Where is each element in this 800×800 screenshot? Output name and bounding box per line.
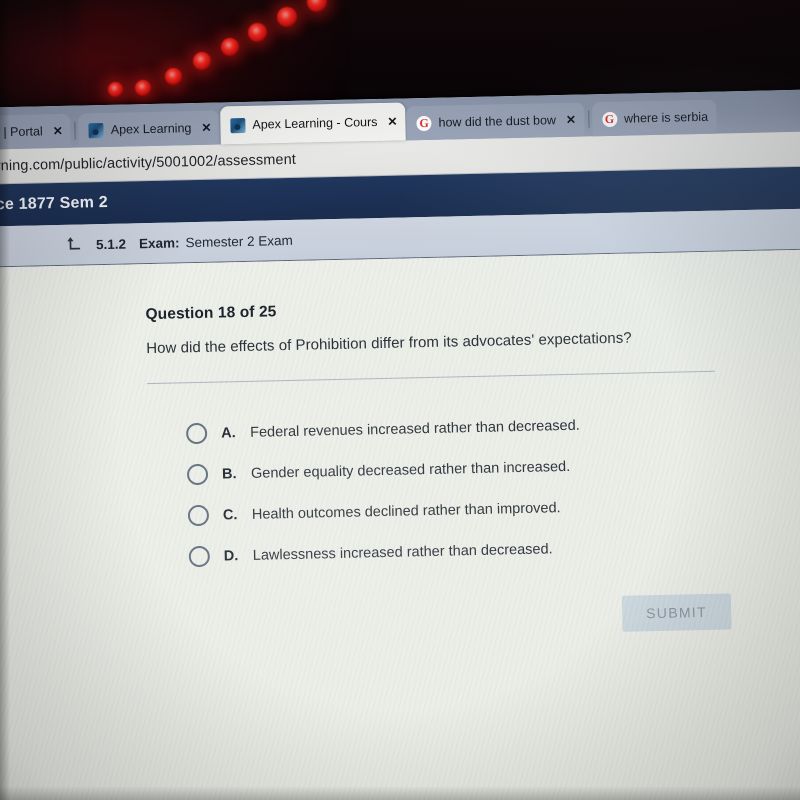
course-title: since 1877 Sem 2 (0, 193, 109, 214)
apex-icon (230, 117, 246, 133)
tab-title: Apex Learning - Cours (252, 115, 378, 132)
close-icon[interactable]: ✕ (566, 113, 576, 127)
option-text: Lawlessness increased rather than decrea… (252, 540, 553, 564)
tab-title: Apex Learning (110, 121, 192, 137)
option-letter: A. (220, 424, 236, 442)
breadcrumb-label: Exam: (138, 234, 180, 251)
google-icon: G (601, 111, 618, 127)
led-light (248, 23, 267, 42)
divider (147, 370, 715, 385)
close-icon[interactable]: ✕ (201, 121, 211, 135)
tab-divider (74, 121, 76, 140)
breadcrumb-value: Semester 2 Exam (185, 232, 293, 250)
browser-tab-apex-learning[interactable]: Apex Learning ✕ (78, 110, 220, 148)
option-letter: C. (222, 506, 238, 523)
led-light (277, 7, 297, 27)
tab-title: where is serbia (623, 109, 709, 126)
assessment-content: Question 18 of 25 How did the effects of… (0, 248, 800, 800)
led-light (165, 68, 182, 85)
tab-divider (587, 110, 590, 129)
close-icon[interactable]: ✕ (387, 115, 397, 129)
google-icon: G (416, 115, 432, 131)
browser-tab-serbia-search[interactable]: G where is serbia (591, 99, 717, 137)
led-light (135, 80, 151, 96)
option-text: Gender equality decreased rather than in… (250, 458, 571, 482)
close-icon[interactable]: ✕ (53, 124, 63, 138)
browser-tab-dust-bowl-search[interactable]: G how did the dust bow ✕ (406, 102, 585, 141)
led-light (193, 52, 211, 70)
tab-title: ver | Portal (0, 124, 43, 140)
monitor-photo: ver | Portal ✕ Apex Learning ✕ Apex Lear… (0, 0, 800, 800)
browser-tab-apex-learning-course[interactable]: Apex Learning - Cours ✕ (219, 102, 406, 145)
option-text: Federal revenues increased rather than d… (249, 417, 580, 441)
submit-button[interactable]: SUBMIT (621, 593, 732, 632)
led-light (108, 82, 123, 97)
radio-button-d[interactable] (188, 545, 211, 568)
radio-button-c[interactable] (187, 504, 210, 527)
url-text: dearning.com/public/activity/5001002/ass… (0, 151, 297, 175)
option-letter: D. (223, 547, 239, 564)
radio-button-b[interactable] (186, 463, 209, 486)
submit-row: SUBMIT (152, 591, 800, 642)
browser-window: ver | Portal ✕ Apex Learning ✕ Apex Lear… (0, 88, 800, 800)
option-letter: B. (221, 465, 237, 482)
option-text: Health outcomes declined rather than imp… (251, 499, 561, 523)
answer-options-list: A. Federal revenues increased rather tha… (148, 399, 800, 578)
radio-button-a[interactable] (185, 422, 208, 445)
question-counter: Question 18 of 25 (145, 303, 277, 324)
breadcrumb-number: 5.1.2 (95, 236, 127, 252)
apex-icon (88, 122, 104, 138)
question-text: How did the effects of Prohibition diffe… (146, 329, 632, 358)
tab-title: how did the dust bow (438, 113, 557, 130)
browser-tab-portal[interactable]: ver | Portal ✕ (0, 113, 72, 150)
up-level-arrow-icon[interactable] (65, 235, 83, 253)
led-light (221, 38, 239, 56)
